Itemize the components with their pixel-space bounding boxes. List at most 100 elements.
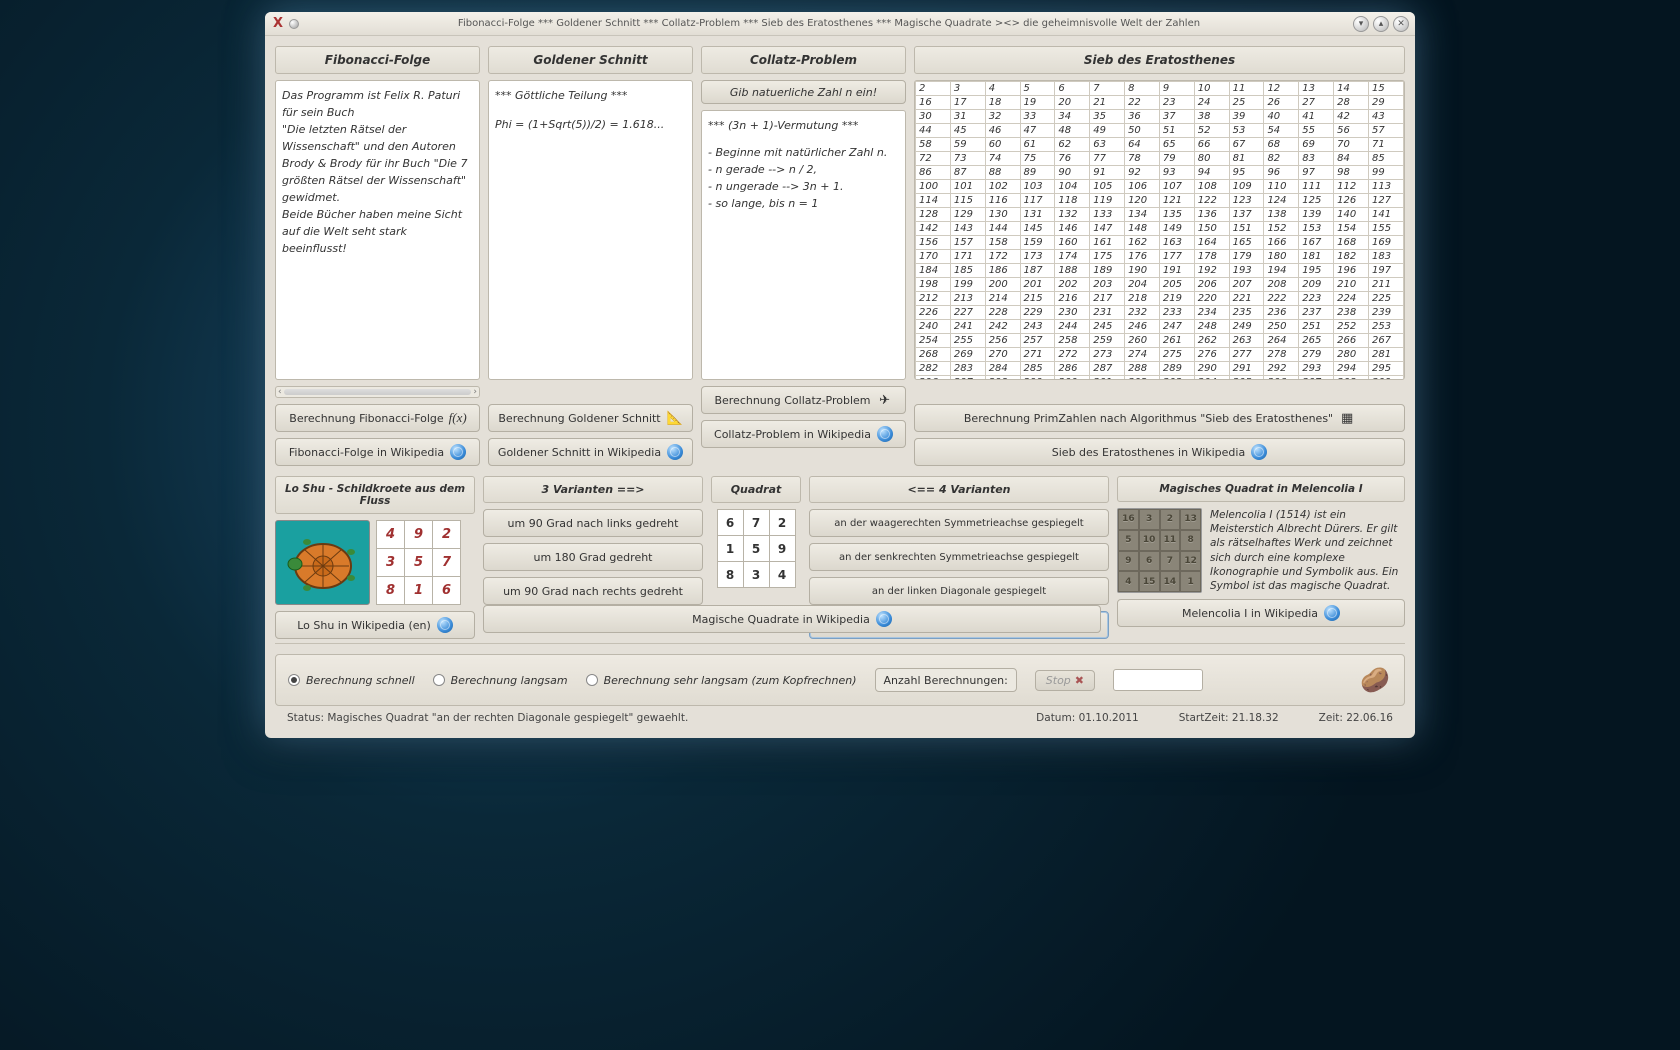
mascot-icon: 🥔 [1358,663,1392,697]
status-starttime: StartZeit: 21.18.32 [1179,712,1279,724]
send-icon: ✈ [877,392,893,408]
collatz-l1: *** (3n + 1)-Vermutung *** [708,117,899,134]
collatz-input-label: Gib natuerliche Zahl n ein! [730,86,877,99]
app-window: X Fibonacci-Folge *** Goldener Schnitt *… [265,12,1415,738]
sieve-wiki-button[interactable]: Sieb des Eratosthenes in Wikipedia [914,438,1405,466]
loshu-wiki-button[interactable]: Lo Shu in Wikipedia (en) [275,611,475,639]
fibonacci-wiki-button[interactable]: Fibonacci-Folge in Wikipedia [275,438,480,466]
golden-header: Goldener Schnitt [488,46,693,74]
speed-veryslow-label: Berechnung sehr langsam (zum Kopfrechnen… [604,674,857,687]
globe-icon [450,444,466,460]
globe-icon [877,426,893,442]
mirror-vert-button[interactable]: an der senkrechten Symmetrieachse gespie… [809,543,1109,571]
loshu-grid: 492357816 [376,520,461,605]
golden-line1: *** Göttliche Teilung *** [495,87,686,104]
speed-slow-radio[interactable]: Berechnung langsam [433,674,568,687]
status-date: Datum: 01.10.2011 [1036,712,1139,724]
golden-body: *** Göttliche Teilung *** Phi = (1+Sqrt(… [488,80,693,380]
titlebar: X Fibonacci-Folge *** Goldener Schnitt *… [265,12,1415,36]
magic-squares-wiki-label: Magische Quadrate in Wikipedia [692,613,870,626]
collatz-wiki-label: Collatz-Problem in Wikipedia [714,428,871,441]
collatz-l3: - n gerade --> n / 2, [708,161,899,178]
sieve-calc-label: Berechnung PrimZahlen nach Algorithmus "… [964,412,1333,425]
sieve-wiki-label: Sieb des Eratosthenes in Wikipedia [1052,446,1245,459]
collatz-l4: - n ungerade --> 3n + 1. [708,178,899,195]
stop-icon: ✖ [1075,674,1084,687]
globe-icon [1251,444,1267,460]
melencolia-header: Magisches Quadrat in Melencolia I [1117,476,1405,502]
radio-off-icon [586,674,598,686]
status-time: Zeit: 22.06.16 [1319,712,1393,724]
maximize-button[interactable]: ▴ [1373,16,1389,32]
golden-wiki-button[interactable]: Goldener Schnitt in Wikipedia [488,438,693,466]
collatz-calc-label: Berechnung Collatz-Problem [714,394,870,407]
collatz-l2: - Beginne mit natürlicher Zahl n. [708,144,899,161]
golden-line2: Phi = (1+Sqrt(5))/2) = 1.618... [495,116,686,133]
radio-off-icon [433,674,445,686]
melencolia-wiki-button[interactable]: Melencolia I in Wikipedia [1117,599,1405,627]
sieve-calc-button[interactable]: Berechnung PrimZahlen nach Algorithmus "… [914,404,1405,432]
collatz-body: *** (3n + 1)-Vermutung *** - Beginne mit… [701,110,906,380]
turtle-image [275,520,370,605]
golden-calc-button[interactable]: Berechnung Goldener Schnitt 📐 [488,404,693,432]
golden-calc-label: Berechnung Goldener Schnitt [498,412,660,425]
rotate-180-button[interactable]: um 180 Grad gedreht [483,543,703,571]
separator [275,643,1405,644]
speed-veryslow-radio[interactable]: Berechnung sehr langsam (zum Kopfrechnen… [586,674,857,687]
var4-header: <== 4 Varianten [809,476,1109,503]
fibonacci-header: Fibonacci-Folge [275,46,480,74]
stop-label: Stop [1046,674,1071,687]
fibonacci-calc-label: Berechnung Fibonacci-Folge [289,412,443,425]
stop-button[interactable]: Stop ✖ [1035,670,1095,691]
status-bar: Status: Magisches Quadrat "an der rechte… [275,706,1405,734]
function-icon: f(x) [450,410,466,426]
speed-fast-label: Berechnung schnell [306,674,415,687]
fibonacci-wiki-label: Fibonacci-Folge in Wikipedia [289,446,444,459]
radio-on-icon [288,674,300,686]
sieve-table: 2345678910111213141516171819202122232425… [915,81,1404,380]
loshu-wiki-label: Lo Shu in Wikipedia (en) [297,619,431,632]
compass-icon: 📐 [667,410,683,426]
rotate-left-button[interactable]: um 90 Grad nach links gedreht [483,509,703,537]
app-icon: X [271,17,285,31]
melencolia-text: Melencolia I (1514) ist ein Meisterstich… [1210,508,1405,593]
speed-slow-label: Berechnung langsam [451,674,568,687]
magic-squares-wiki-button[interactable]: Magische Quadrate in Wikipedia [483,605,1101,633]
speed-fast-radio[interactable]: Berechnung schnell [288,674,415,687]
sieve-body: 2345678910111213141516171819202122232425… [914,80,1405,380]
count-label-box: Anzahl Berechnungen: [875,668,1017,692]
collatz-input[interactable]: Gib natuerliche Zahl n ein! [701,80,906,104]
globe-icon [1324,605,1340,621]
fibonacci-text: Das Programm ist Felix R. Paturi für sei… [275,80,480,380]
globe-icon [667,444,683,460]
status-message: Status: Magisches Quadrat "an der rechte… [287,712,996,724]
turtle-icon [283,528,363,598]
sieve-header: Sieb des Eratosthenes [914,46,1405,74]
globe-icon [437,617,453,633]
count-display [1113,669,1203,691]
collatz-wiki-button[interactable]: Collatz-Problem in Wikipedia [701,420,906,448]
count-label: Anzahl Berechnungen: [884,674,1008,687]
collatz-header: Collatz-Problem [701,46,906,74]
globe-icon [876,611,892,627]
rotate-right-button[interactable]: um 90 Grad nach rechts gedreht [483,577,703,605]
loshu-header: Lo Shu - Schildkroete aus dem Fluss [275,476,475,514]
mirror-ldiag-button[interactable]: an der linken Diagonale gespiegelt [809,577,1109,605]
minimize-button[interactable]: ▾ [1353,16,1369,32]
titlebar-decor-icon [289,19,299,29]
collatz-calc-button[interactable]: Berechnung Collatz-Problem ✈ [701,386,906,414]
collatz-l5: - so lange, bis n = 1 [708,195,899,212]
fibonacci-scrollbar[interactable]: ‹› [275,386,480,398]
quadrat-grid: 672159834 [717,509,796,588]
quadrat-header: Quadrat [711,476,801,503]
window-title: Fibonacci-Folge *** Goldener Schnitt ***… [305,18,1353,29]
golden-wiki-label: Goldener Schnitt in Wikipedia [498,446,661,459]
speed-controls: Berechnung schnell Berechnung langsam Be… [275,654,1405,706]
melencolia-image: 16321351011896712415141 [1117,508,1202,593]
grid-icon: ▦ [1339,410,1355,426]
melencolia-wiki-label: Melencolia I in Wikipedia [1182,607,1318,620]
fibonacci-calc-button[interactable]: Berechnung Fibonacci-Folge f(x) [275,404,480,432]
var3-header: 3 Varianten ==> [483,476,703,503]
close-button[interactable]: ✕ [1393,16,1409,32]
mirror-horiz-button[interactable]: an der waagerechten Symmetrieachse gespi… [809,509,1109,537]
